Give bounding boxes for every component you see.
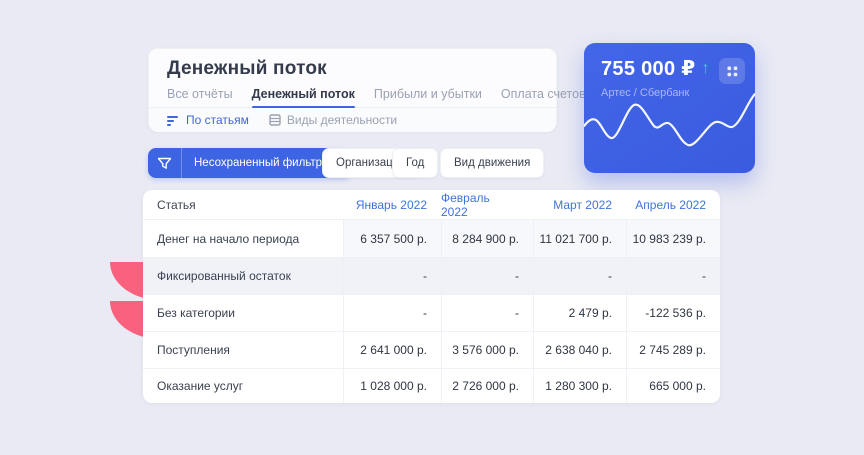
table-cell: - <box>343 257 441 294</box>
active-filter-label: Несохраненный фильтр <box>182 157 331 169</box>
column-header-january[interactable]: Январь 2022 <box>343 190 441 219</box>
table-cell: 2 641 000 р. <box>343 331 441 368</box>
table-cell: 3 576 000 р. <box>441 331 533 368</box>
table-cell: 1 280 300 р. <box>533 368 626 403</box>
row-label: Поступления <box>143 331 343 368</box>
table-cell: 665 000 р. <box>626 368 720 403</box>
tab-profit-loss[interactable]: Прибыли и убытки <box>374 87 482 107</box>
filter-funnel-button[interactable] <box>148 148 181 178</box>
row-label: Без категории <box>143 294 343 331</box>
table-cell: - <box>441 294 533 331</box>
toggle-activity-types-label: Виды деятельности <box>287 113 397 127</box>
tab-all-reports[interactable]: Все отчёты <box>167 87 233 107</box>
grid-icon <box>727 66 738 77</box>
report-header-card: Денежный поток Все отчёты Денежный поток… <box>148 48 557 131</box>
column-header-february[interactable]: Февраль 2022 <box>441 190 533 219</box>
report-tabs: Все отчёты Денежный поток Прибыли и убыт… <box>149 80 556 108</box>
table-cell: 11 021 700 р. <box>533 219 626 257</box>
filter-chip-movement-type[interactable]: Вид движения <box>440 148 544 178</box>
account-name: Артес / Сбербанк <box>601 87 689 99</box>
table-cell: - <box>533 257 626 294</box>
table-cell: 2 479 р. <box>533 294 626 331</box>
filter-chip-year[interactable]: Год <box>392 148 438 178</box>
column-header-march[interactable]: Март 2022 <box>533 190 626 219</box>
stack-icon <box>269 114 281 126</box>
table-cell: - <box>343 294 441 331</box>
trend-up-arrow-icon: ↑ <box>701 60 709 78</box>
table-cell: 2 726 000 р. <box>441 368 533 403</box>
table-cell: 6 357 500 р. <box>343 219 441 257</box>
table-cell: - <box>626 257 720 294</box>
row-label: Фиксированный остаток <box>143 257 343 294</box>
column-header-april[interactable]: Апрель 2022 <box>626 190 720 219</box>
row-label: Денег на начало периода <box>143 219 343 257</box>
table-cell: - <box>441 257 533 294</box>
cash-flow-table: Статья Январь 2022 Февраль 2022 Март 202… <box>143 190 720 403</box>
table-cell: 10 983 239 р. <box>626 219 720 257</box>
tab-cash-flow[interactable]: Денежный поток <box>252 87 355 107</box>
toggle-activity-types[interactable]: Виды деятельности <box>269 113 397 127</box>
account-balance-card[interactable]: 755 000 ₽ ↑ Артес / Сбербанк <box>584 43 755 173</box>
sparkline-chart <box>584 93 755 173</box>
table-cell: 1 028 000 р. <box>343 368 441 403</box>
toggle-by-items[interactable]: По статьям <box>167 113 249 127</box>
grid-apps-button[interactable] <box>719 58 745 84</box>
table-cell: 2 638 040 р. <box>533 331 626 368</box>
account-balance: 755 000 ₽ <box>601 56 695 81</box>
active-filter-pill[interactable]: Несохраненный фильтр ✕ <box>148 148 351 178</box>
table-cell: -122 536 р. <box>626 294 720 331</box>
view-toggle-row: По статьям Виды деятельности <box>149 108 556 132</box>
page-title: Денежный поток <box>167 58 556 80</box>
column-header-item: Статья <box>143 190 343 219</box>
tab-bill-payment[interactable]: Оплата счетов <box>501 87 586 107</box>
toggle-by-items-label: По статьям <box>186 113 249 127</box>
table-cell: 8 284 900 р. <box>441 219 533 257</box>
funnel-icon <box>157 157 172 170</box>
row-label: Оказание услуг <box>143 368 343 403</box>
table-cell: 2 745 289 р. <box>626 331 720 368</box>
sort-lines-icon <box>167 115 180 126</box>
